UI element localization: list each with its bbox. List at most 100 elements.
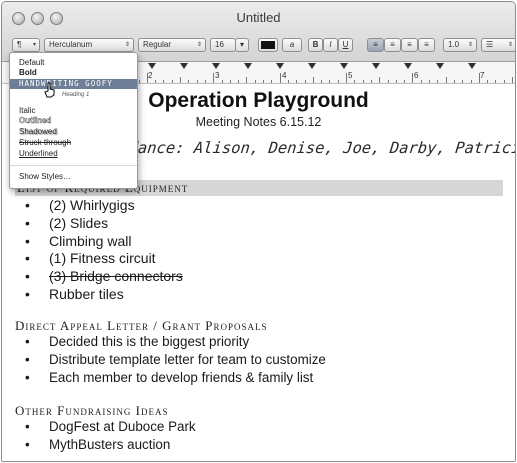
ruler-number: 6 xyxy=(414,71,419,80)
tab-stop-marker[interactable] xyxy=(212,63,220,69)
ruler-tick xyxy=(263,80,264,83)
tab-stop-marker[interactable] xyxy=(436,63,444,69)
ruler-tick xyxy=(445,77,447,83)
menu-item-default[interactable]: Default xyxy=(10,58,137,68)
ruler-tick xyxy=(437,80,439,83)
ruler-tick xyxy=(370,80,372,83)
font-style-value: Regular xyxy=(143,40,172,49)
text-color-well[interactable] xyxy=(258,38,278,52)
ruler-tick xyxy=(287,80,289,83)
lists-popup[interactable]: ☰ ⇕ xyxy=(481,38,515,52)
ruler-tick xyxy=(204,80,206,83)
list-item: (2) Whirlygigs xyxy=(25,197,183,215)
menu-separator xyxy=(10,165,137,166)
ruler-tick xyxy=(453,80,455,83)
ruler-tick xyxy=(420,80,422,83)
line-spacing-popup[interactable]: 1.0 ⇕ xyxy=(443,38,477,52)
ruler-tick xyxy=(337,80,339,83)
list-item: Each member to develop friends & family … xyxy=(25,369,326,387)
italic-button[interactable]: I xyxy=(323,38,338,52)
chevron-updown-icon: ⇕ xyxy=(467,42,473,48)
menu-item-bold[interactable]: Bold xyxy=(10,68,137,78)
section-heading-appeal: Direct Appeal Letter / Grant Proposals xyxy=(15,318,268,333)
tab-stop-marker[interactable] xyxy=(244,63,252,69)
section-heading-fundraising: Other Fundraising Ideas xyxy=(15,403,169,418)
ruler-tick xyxy=(180,77,181,83)
tab-stop-marker[interactable] xyxy=(180,63,188,69)
tab-stop-marker[interactable] xyxy=(372,63,380,69)
underline-button[interactable]: U xyxy=(338,38,353,52)
tab-stop-marker[interactable] xyxy=(468,63,476,69)
ruler-tick xyxy=(146,73,148,83)
align-left-button[interactable]: ≡ xyxy=(367,38,384,52)
ruler-tick xyxy=(470,80,472,83)
ruler-tick xyxy=(495,80,497,83)
ruler-tick xyxy=(188,80,190,83)
font-size-dropdown[interactable]: ▾ xyxy=(235,38,249,52)
ruler-tick xyxy=(254,80,256,83)
ruler-tick xyxy=(462,80,464,83)
menu-item-handwriting-goofy[interactable]: HANDWRITING GOOFY xyxy=(10,79,137,89)
font-family-popup[interactable]: Herculanum ⇕ xyxy=(44,38,134,52)
ruler-tick xyxy=(478,73,480,83)
menu-item-outlined[interactable]: Outlined xyxy=(10,116,137,126)
paragraph-icon: ¶ xyxy=(17,40,22,49)
ruler-tick xyxy=(404,80,406,83)
menu-item-struck-through[interactable]: Struck through xyxy=(10,138,137,148)
list-icon: ☰ xyxy=(486,40,494,49)
menu-item-italic[interactable]: Italic xyxy=(10,106,137,116)
ruler-tick xyxy=(387,80,389,83)
tab-stop-marker[interactable] xyxy=(404,63,412,69)
ruler-tick xyxy=(379,77,381,83)
list-item: Climbing wall xyxy=(25,233,183,251)
ruler-tick xyxy=(155,80,157,83)
chevron-updown-icon: ⇕ xyxy=(124,42,130,48)
tab-stop-marker[interactable] xyxy=(276,63,284,69)
line-spacing-value: 1.0 xyxy=(448,40,460,49)
list-item: (1) Fitness circuit xyxy=(25,250,183,268)
ruler-tick xyxy=(362,80,364,83)
menu-item-heading-1[interactable]: Heading 1 xyxy=(10,90,137,100)
align-center-button[interactable]: ≡ xyxy=(384,38,401,52)
ruler-tick xyxy=(329,80,331,83)
ruler-tick xyxy=(171,80,173,83)
tab-stop-marker[interactable] xyxy=(308,63,316,69)
attendance-line: Attendance: Alison, Denise, Joe, Darby, … xyxy=(81,139,516,157)
equipment-list: (2) Whirlygigs (2) Slides Climbing wall … xyxy=(25,197,183,304)
list-item: Rubber tiles xyxy=(25,286,183,304)
fundraising-list: DogFest at Duboce Park MythBusters aucti… xyxy=(25,418,196,454)
ruler-tick xyxy=(163,80,165,83)
window-title: Untitled xyxy=(236,10,281,25)
bold-button[interactable]: B xyxy=(308,38,323,52)
tab-stop-marker[interactable] xyxy=(340,63,348,69)
menu-item-shadowed[interactable]: Shadowed xyxy=(10,127,137,137)
tab-stop-marker[interactable] xyxy=(148,63,156,69)
ruler-tick xyxy=(296,80,298,83)
ruler-tick xyxy=(304,80,306,83)
ruler-number: 5 xyxy=(348,71,353,80)
font-size-field[interactable]: 16 xyxy=(210,38,236,52)
styles-popup-menu: Default Bold HANDWRITING GOOFY Heading 1… xyxy=(9,52,138,189)
align-right-button[interactable]: ≡ xyxy=(401,38,418,52)
font-size-value: 16 xyxy=(215,40,224,49)
highlight-color-well[interactable]: a xyxy=(282,38,302,52)
ruler-tick xyxy=(229,80,231,83)
chevron-updown-icon: ⇕ xyxy=(507,42,513,48)
ruler-number: 7 xyxy=(480,71,485,80)
ruler-number: 3 xyxy=(215,71,220,80)
ruler-tick xyxy=(503,80,505,83)
list-item: Distribute template letter for team to c… xyxy=(25,351,326,369)
list-style-popup[interactable]: ¶ ▾ xyxy=(12,38,40,52)
list-item: MythBusters auction xyxy=(25,436,196,454)
list-item: (2) Slides xyxy=(25,215,183,233)
menu-item-show-styles[interactable]: Show Styles… xyxy=(10,172,137,182)
list-item-struck: (3) Bridge connectors xyxy=(25,268,183,286)
ruler-tick xyxy=(512,77,513,83)
ruler-tick xyxy=(213,73,215,83)
justify-button[interactable]: ≡ xyxy=(418,38,435,52)
menu-item-underlined[interactable]: Underlined xyxy=(10,149,137,159)
ruler-tick xyxy=(196,80,198,83)
font-style-popup[interactable]: Regular ⇕ xyxy=(138,38,206,52)
appeal-list: Decided this is the biggest priority Dis… xyxy=(25,333,326,386)
list-item: Decided this is the biggest priority xyxy=(25,333,326,351)
